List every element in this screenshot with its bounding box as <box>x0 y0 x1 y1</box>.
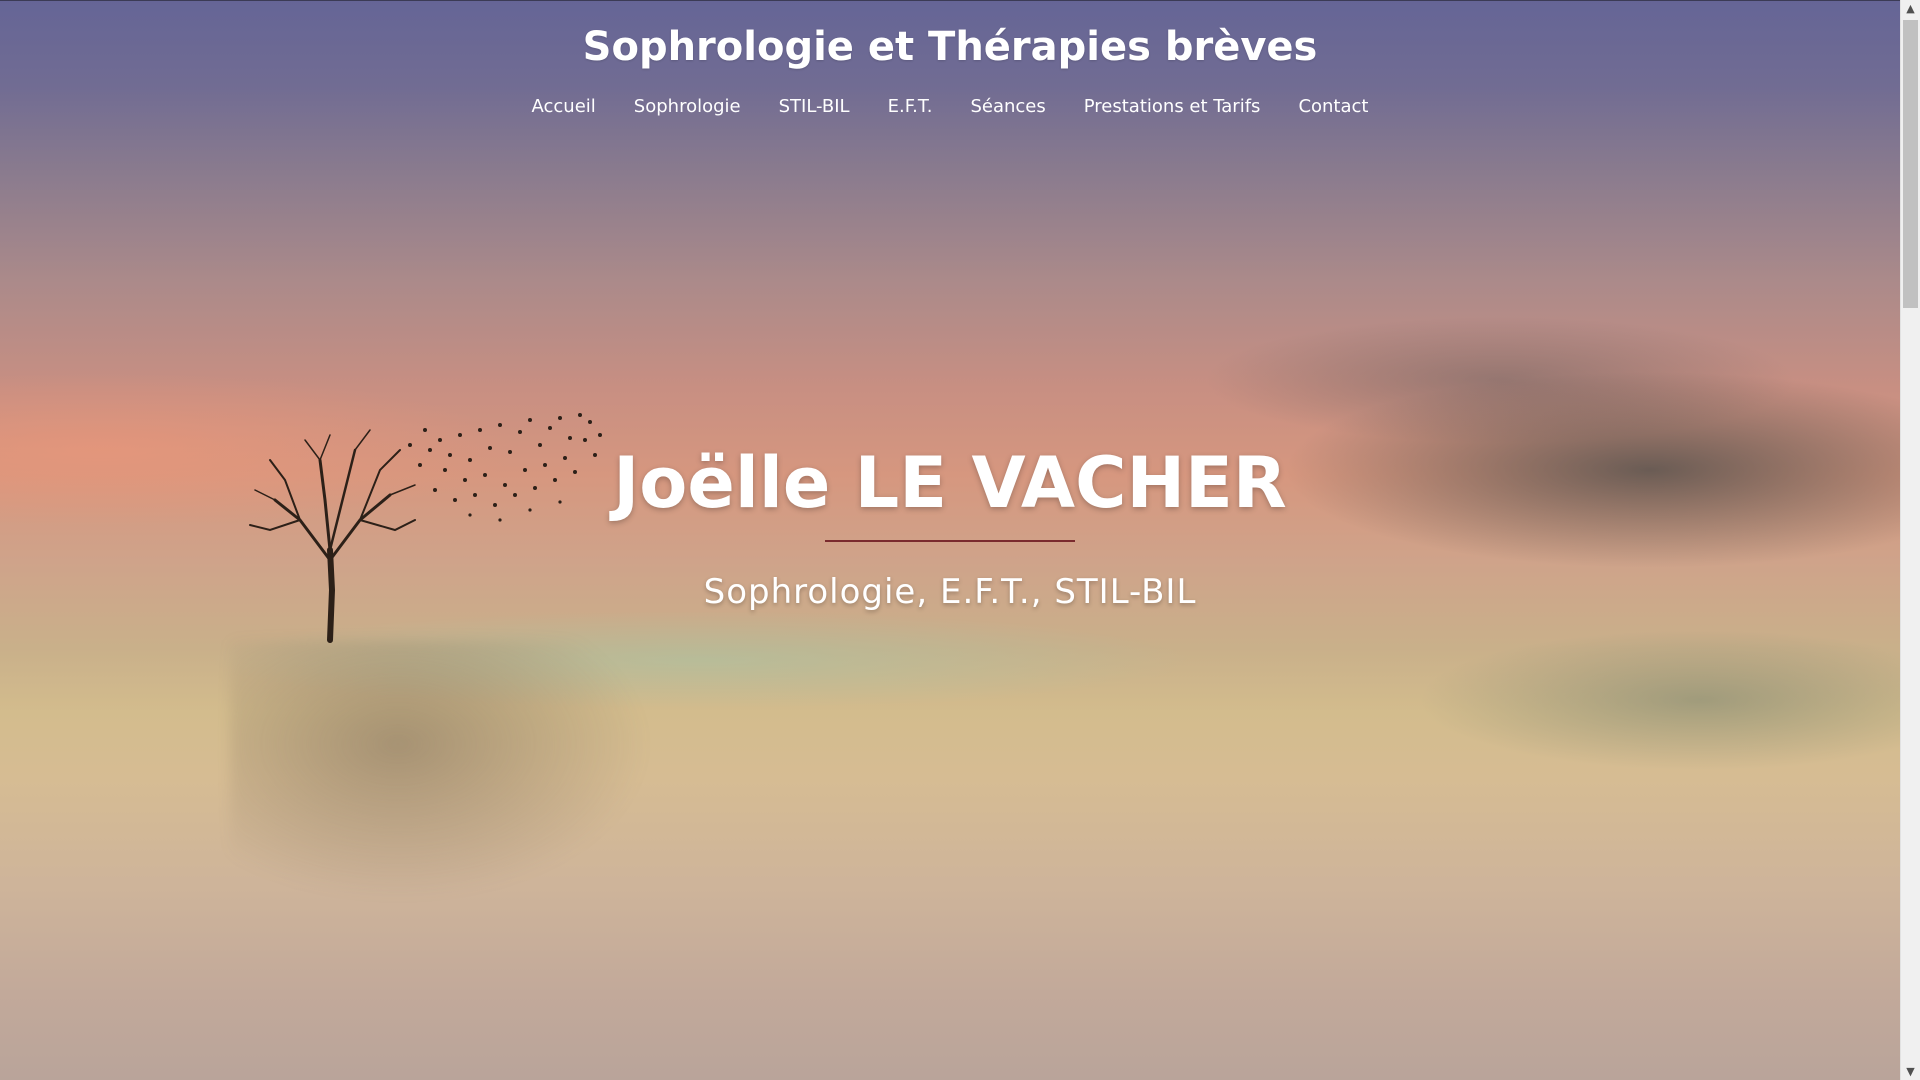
nav-item-seances[interactable]: Séances <box>970 96 1045 117</box>
site-title[interactable]: Sophrologie et Thérapies brèves <box>0 24 1900 70</box>
scrollbar-thumb[interactable] <box>1903 20 1918 308</box>
nav-item-eft[interactable]: E.F.T. <box>888 96 933 117</box>
nav-item-prestations-tarifs[interactable]: Prestations et Tarifs <box>1084 96 1261 117</box>
headline-divider <box>825 540 1075 542</box>
hero-subtitle: Sophrologie, E.F.T., STIL-BIL <box>703 572 1197 612</box>
hero-background: Sophrologie et Thérapies brèves Accueil … <box>0 0 1900 1080</box>
main-nav: Accueil Sophrologie STIL-BIL E.F.T. Séan… <box>0 96 1900 117</box>
nav-item-sophrologie[interactable]: Sophrologie <box>634 96 741 117</box>
top-edge-line <box>0 0 1900 1</box>
nav-item-stil-bil[interactable]: STIL-BIL <box>779 96 850 117</box>
nav-item-contact[interactable]: Contact <box>1298 96 1368 117</box>
browser-viewport: Sophrologie et Thérapies brèves Accueil … <box>0 0 1920 1080</box>
hero-headline: Joëlle LE VACHER <box>613 442 1287 524</box>
vertical-scrollbar[interactable]: ▲ ▼ <box>1900 0 1920 1080</box>
nav-item-accueil[interactable]: Accueil <box>532 96 596 117</box>
tree-reflection <box>230 640 650 900</box>
chevron-down-icon[interactable]: ▼ <box>1901 1063 1920 1080</box>
chevron-up-icon[interactable]: ▲ <box>1901 0 1920 17</box>
